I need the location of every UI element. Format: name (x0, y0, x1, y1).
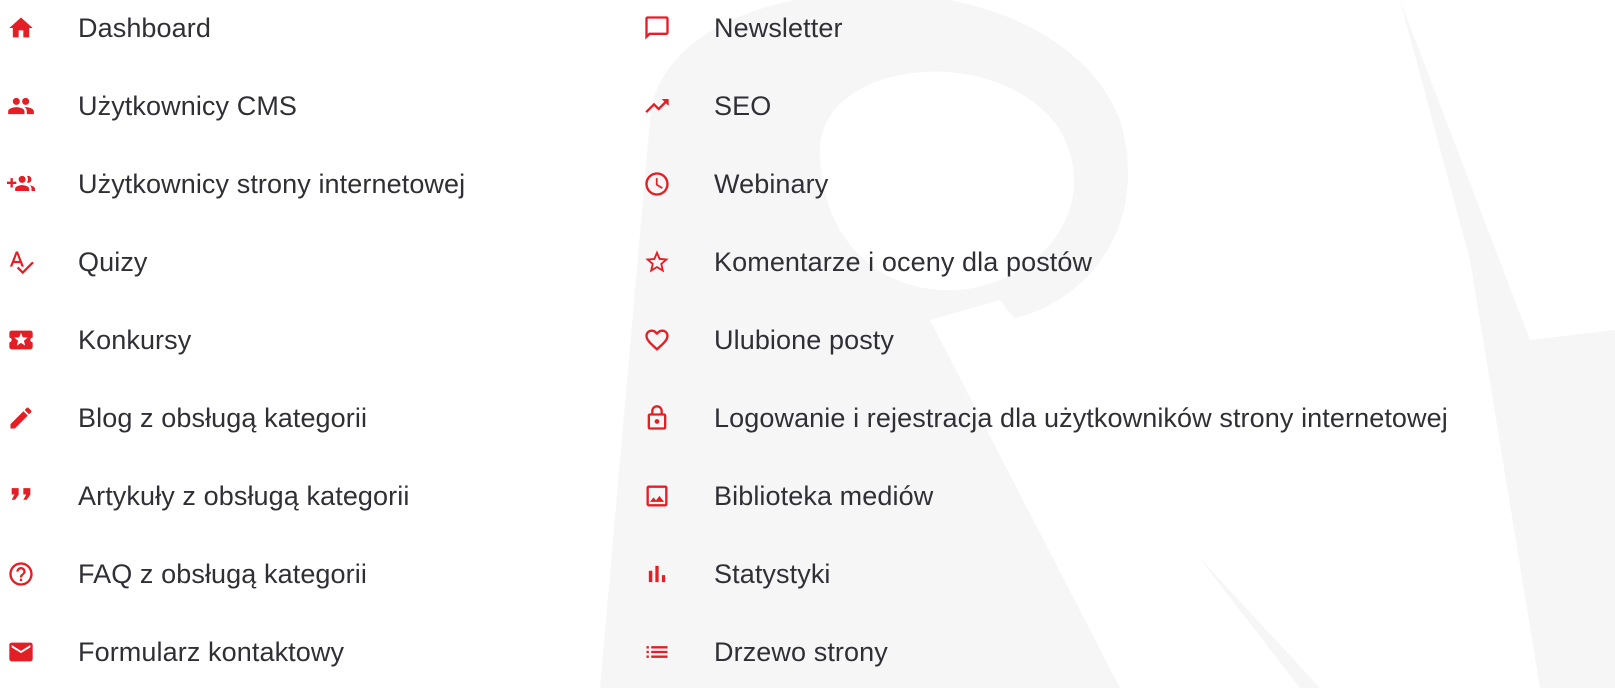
list-item-label: Użytkownicy CMS (78, 91, 298, 121)
list-item-label: Użytkownicy strony internetowej (78, 169, 466, 199)
list-item-faq[interactable]: FAQ z obsługą kategorii (0, 554, 367, 594)
help-circle-icon (0, 554, 42, 594)
list-item-articles[interactable]: Artykuły z obsługą kategorii (0, 476, 409, 516)
home-icon (0, 8, 42, 48)
list-item-label: Blog z obsługą kategorii (78, 403, 368, 433)
lock-open-icon (636, 398, 678, 438)
chat-bubble-icon (636, 8, 678, 48)
list-item-statistics[interactable]: Statystyki (636, 554, 831, 594)
list-item-seo[interactable]: SEO (636, 86, 771, 126)
list-icon (636, 632, 678, 672)
list-item-label: Newsletter (714, 13, 843, 43)
spellcheck-icon (0, 242, 42, 282)
list-item-label: Biblioteka mediów (714, 481, 934, 511)
list-item-cms-users[interactable]: Użytkownicy CMS (0, 86, 297, 126)
list-item-label: Drzewo strony (714, 637, 888, 667)
list-item-blog[interactable]: Blog z obsługą kategorii (0, 398, 367, 438)
list-item-login-registration[interactable]: Logowanie i rejestracja dla użytkowników… (636, 398, 1448, 438)
trending-up-icon (636, 86, 678, 126)
list-item-webinars[interactable]: Webinary (636, 164, 828, 204)
list-item-label: Dashboard (78, 13, 211, 43)
list-item-label: FAQ z obsługą kategorii (78, 559, 367, 589)
list-item-newsletter[interactable]: Newsletter (636, 8, 843, 48)
list-item-site-tree[interactable]: Drzewo strony (636, 632, 888, 672)
list-item-label: Ulubione posty (714, 325, 895, 355)
heart-outline-icon (636, 320, 678, 360)
list-item-dashboard[interactable]: Dashboard (0, 8, 211, 48)
list-item-label: Konkursy (78, 325, 192, 355)
list-item-favorite-posts[interactable]: Ulubione posty (636, 320, 894, 360)
list-item-media-library[interactable]: Biblioteka mediów (636, 476, 933, 516)
list-item-label: Artykuły z obsługą kategorii (78, 481, 410, 511)
list-item-contests[interactable]: Konkursy (0, 320, 191, 360)
list-item-label: Quizy (78, 247, 148, 277)
mail-icon (0, 632, 42, 672)
image-icon (636, 476, 678, 516)
list-item-label: Statystyki (714, 559, 831, 589)
list-item-label: Logowanie i rejestracja dla użytkowników… (714, 403, 1448, 433)
list-item-label: Webinary (714, 169, 829, 199)
list-item-comments-ratings[interactable]: Komentarze i oceny dla postów (636, 242, 1092, 282)
add-group-icon (0, 164, 42, 204)
star-outline-icon (636, 242, 678, 282)
list-item-website-users[interactable]: Użytkownicy strony internetowej (0, 164, 465, 204)
bar-chart-icon (636, 554, 678, 594)
clock-icon (636, 164, 678, 204)
list-item-label: Komentarze i oceny dla postów (714, 247, 1093, 277)
list-item-label: Formularz kontaktowy (78, 637, 345, 667)
people-icon (0, 86, 42, 126)
list-item-label: SEO (714, 91, 772, 121)
ticket-star-icon (0, 320, 42, 360)
list-item-quizzes[interactable]: Quizy (0, 242, 148, 282)
quote-icon (0, 476, 42, 516)
list-item-contact-form[interactable]: Formularz kontaktowy (0, 632, 344, 672)
pencil-icon (0, 398, 42, 438)
